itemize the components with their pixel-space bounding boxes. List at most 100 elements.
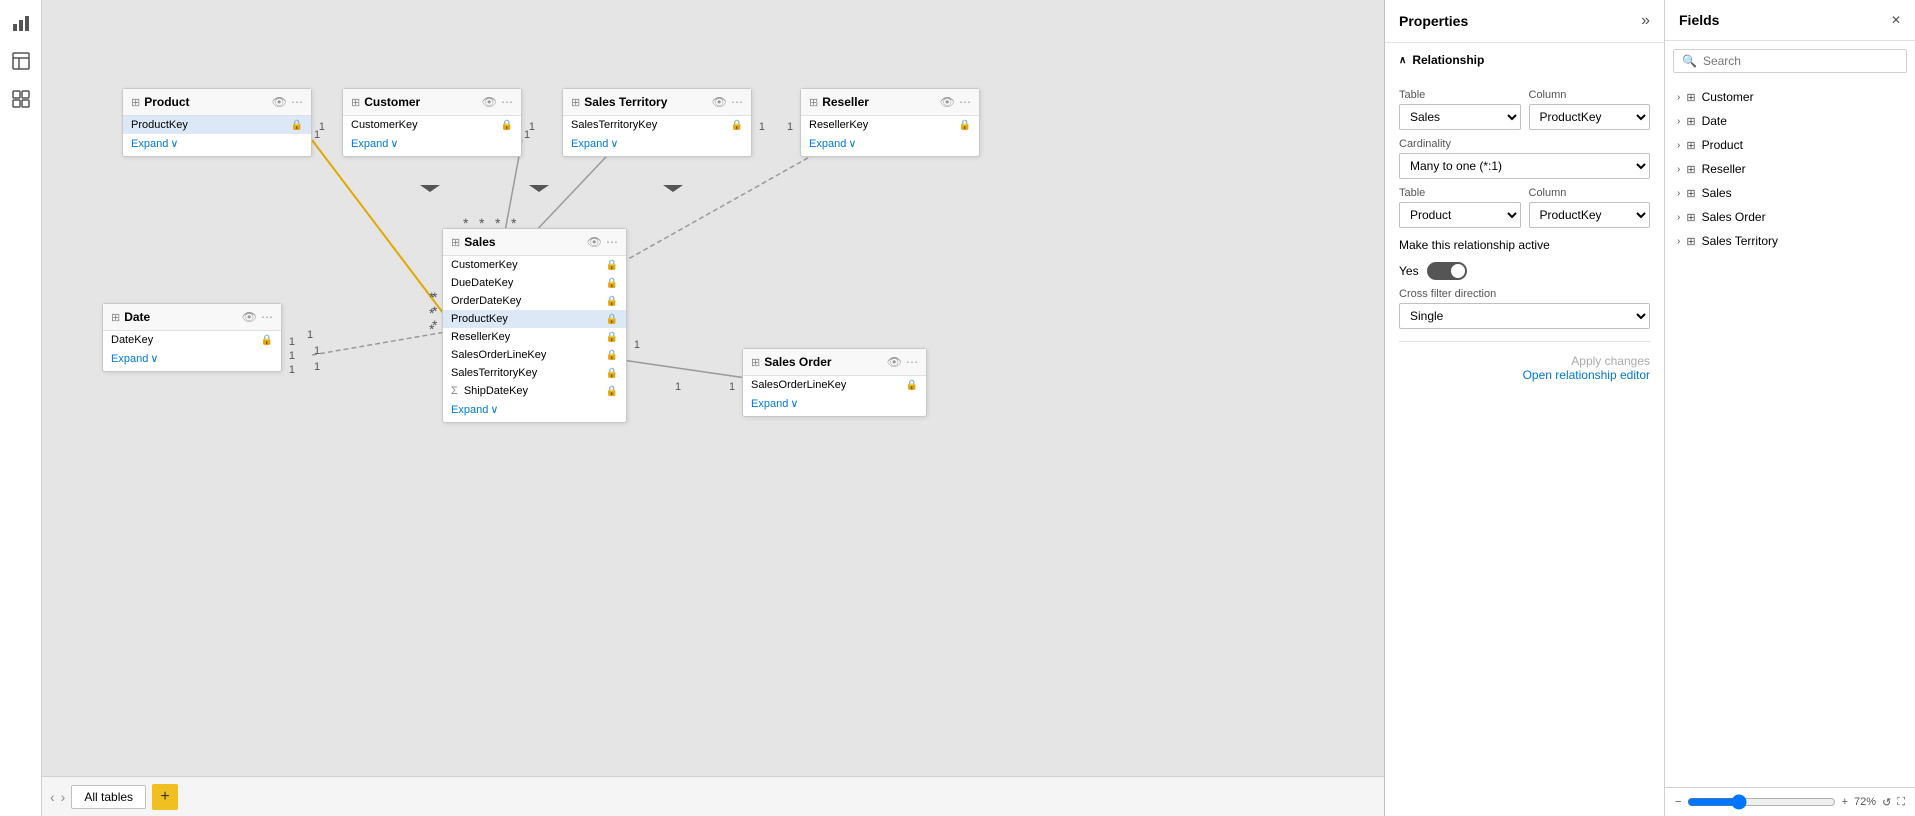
date-field-name: Date [1702, 114, 1727, 128]
reseller-expand-arrow: › [1677, 164, 1680, 175]
sales-territory-eye-icon[interactable]: 👁 [712, 95, 727, 109]
sales-territory-more-icon[interactable]: ⋯ [731, 95, 743, 109]
customer-customerkey-hide-icon[interactable]: 🔒 [501, 120, 513, 131]
product-more-icon[interactable]: ⋯ [291, 95, 303, 109]
customer-customerkey-field: CustomerKey [351, 119, 497, 131]
table1-col: Table Sales Product Customer [1399, 81, 1521, 130]
fields-close-icon[interactable]: ✕ [1891, 13, 1901, 27]
relationship-collapse-icon[interactable]: ∧ [1399, 55, 1406, 66]
fields-item-sales[interactable]: › ⊞ Sales [1665, 181, 1915, 205]
sales-order-more-icon[interactable]: ⋯ [906, 355, 918, 369]
sales-customerkey-hide[interactable]: 🔒 [606, 260, 618, 271]
sales-resellerkey-hide[interactable]: 🔒 [606, 332, 618, 343]
column1-select[interactable]: ProductKey CustomerKey [1529, 104, 1651, 130]
sales-eye-icon[interactable]: 👁 [587, 235, 602, 249]
reseller-more-icon[interactable]: ⋯ [959, 95, 971, 109]
all-tables-button[interactable]: All tables [71, 785, 146, 809]
sales-territory-expand-link[interactable]: Expand ∨ [563, 134, 751, 156]
open-editor-link[interactable]: Open relationship editor [1399, 368, 1650, 382]
zoom-minus-icon[interactable]: − [1675, 796, 1681, 808]
sales-orderdatekey-hide[interactable]: 🔒 [606, 296, 618, 307]
customer-expand-arrow: › [1677, 92, 1680, 103]
reseller-expand-link[interactable]: Expand ∨ [801, 134, 979, 156]
fields-item-reseller[interactable]: › ⊞ Reseller [1665, 157, 1915, 181]
fields-item-sales-order[interactable]: › ⊞ Sales Order [1665, 205, 1915, 229]
sales-order-table: ⊞ Sales Order 👁 ⋯ SalesOrderLineKey 🔒 Ex… [742, 348, 927, 417]
fields-item-date[interactable]: › ⊞ Date [1665, 109, 1915, 133]
product-eye-icon[interactable]: 👁 [272, 95, 287, 109]
column1-col: Column ProductKey CustomerKey [1529, 81, 1651, 130]
sales-territory-field-icon: ⊞ [1686, 235, 1695, 248]
zoom-slider[interactable] [1687, 794, 1835, 810]
properties-collapse-button[interactable]: » [1641, 12, 1650, 30]
sales-star-1: * [429, 289, 434, 305]
date-more-icon[interactable]: ⋯ [261, 310, 273, 324]
sales-salesorderlinekey-field: SalesOrderLineKey [451, 349, 602, 361]
product-productkey-hide-icon[interactable]: 🔒 [291, 120, 303, 131]
customer-field-icon: ⊞ [1686, 91, 1695, 104]
column2-select[interactable]: ProductKey [1529, 202, 1651, 228]
table-view-icon[interactable] [6, 46, 36, 76]
reseller-key-hide-icon[interactable]: 🔒 [959, 120, 971, 131]
product-field-name: Product [1702, 138, 1743, 152]
table2-select[interactable]: Product Sales [1399, 202, 1521, 228]
nav-arrow-left[interactable]: ‹ [50, 789, 55, 805]
sales-header: ⊞ Sales 👁 ⋯ [443, 229, 626, 256]
active-toggle[interactable] [1427, 262, 1467, 280]
reseller-field-icon: ⊞ [1686, 163, 1695, 176]
sales-order-name: Sales Order [764, 355, 883, 369]
zoom-reset-icon[interactable]: ↺ [1882, 796, 1891, 809]
fields-item-sales-territory[interactable]: › ⊞ Sales Territory [1665, 229, 1915, 253]
sales-territory-key-hide-icon[interactable]: 🔒 [731, 120, 743, 131]
product-cardinality-marker: 1 [319, 121, 325, 133]
add-table-button[interactable]: + [152, 784, 178, 810]
date-key-hide-icon[interactable]: 🔒 [261, 335, 273, 346]
date-expand-link[interactable]: Expand ∨ [103, 349, 281, 371]
cardinality-select[interactable]: Many to one (*:1) One to one (1:1) One t… [1399, 153, 1650, 179]
date-eye-icon[interactable]: 👁 [242, 310, 257, 324]
nav-arrow-right[interactable]: › [61, 789, 66, 805]
cross-filter-select[interactable]: Single Both [1399, 303, 1650, 329]
sales-customerkey-field: CustomerKey [451, 259, 602, 271]
sales-order-expand-link[interactable]: Expand ∨ [743, 394, 926, 416]
sales-table-icon: ⊞ [451, 236, 460, 249]
sales-salesorderlinekey-hide[interactable]: 🔒 [606, 350, 618, 361]
reseller-eye-icon[interactable]: 👁 [940, 95, 955, 109]
fields-search-input[interactable] [1703, 54, 1898, 68]
table2-label: Table [1399, 187, 1521, 199]
fields-list: › ⊞ Customer › ⊞ Date › ⊞ Product › ⊞ Re… [1665, 81, 1915, 787]
table1-select[interactable]: Sales Product Customer [1399, 104, 1521, 130]
sales-customerkey-row: CustomerKey 🔒 [443, 256, 626, 274]
sales-productkey-hide[interactable]: 🔒 [606, 314, 618, 325]
zoom-fit-icon[interactable]: ⛶ [1897, 796, 1905, 809]
customer-more-icon[interactable]: ⋯ [501, 95, 513, 109]
customer-expand-link[interactable]: Expand ∨ [343, 134, 521, 156]
sales-star-2: * [429, 305, 434, 321]
fields-item-customer[interactable]: › ⊞ Customer [1665, 85, 1915, 109]
product-expand-link[interactable]: Expand ∨ [123, 134, 311, 156]
customer-table: ⊞ Customer 👁 ⋯ CustomerKey 🔒 Expand ∨ 1 [342, 88, 522, 157]
product-table-name: Product [144, 95, 268, 109]
sales-more-icon[interactable]: ⋯ [606, 235, 618, 249]
sales-order-linekey-hide[interactable]: 🔒 [906, 380, 918, 391]
canvas-bottom-bar: ‹ › All tables + [42, 776, 1384, 816]
sales-territory-icon: ⊞ [571, 96, 580, 109]
apply-changes-text[interactable]: Apply changes [1399, 354, 1650, 368]
sales-salesterritorykey-row: SalesTerritoryKey 🔒 [443, 364, 626, 382]
sales-salesterritorykey-hide[interactable]: 🔒 [606, 368, 618, 379]
fields-header: Fields ✕ [1665, 0, 1915, 41]
date-name: Date [124, 310, 238, 324]
properties-header: Properties » [1385, 0, 1664, 43]
sales-shipdatekey-hide[interactable]: 🔒 [606, 386, 618, 397]
chart-view-icon[interactable] [6, 8, 36, 38]
sales-expand-link[interactable]: Expand ∨ [443, 400, 626, 422]
zoom-plus-icon[interactable]: + [1842, 796, 1848, 808]
customer-eye-icon[interactable]: 👁 [482, 95, 497, 109]
prop-divider [1399, 341, 1650, 342]
date-table-icon: ⊞ [111, 311, 120, 324]
sales-order-eye-icon[interactable]: 👁 [887, 355, 902, 369]
fields-item-product[interactable]: › ⊞ Product [1665, 133, 1915, 157]
model-view-icon[interactable] [6, 84, 36, 114]
sales-duedatekey-hide[interactable]: 🔒 [606, 278, 618, 289]
sales-territory-key-row: SalesTerritoryKey 🔒 [563, 116, 751, 134]
